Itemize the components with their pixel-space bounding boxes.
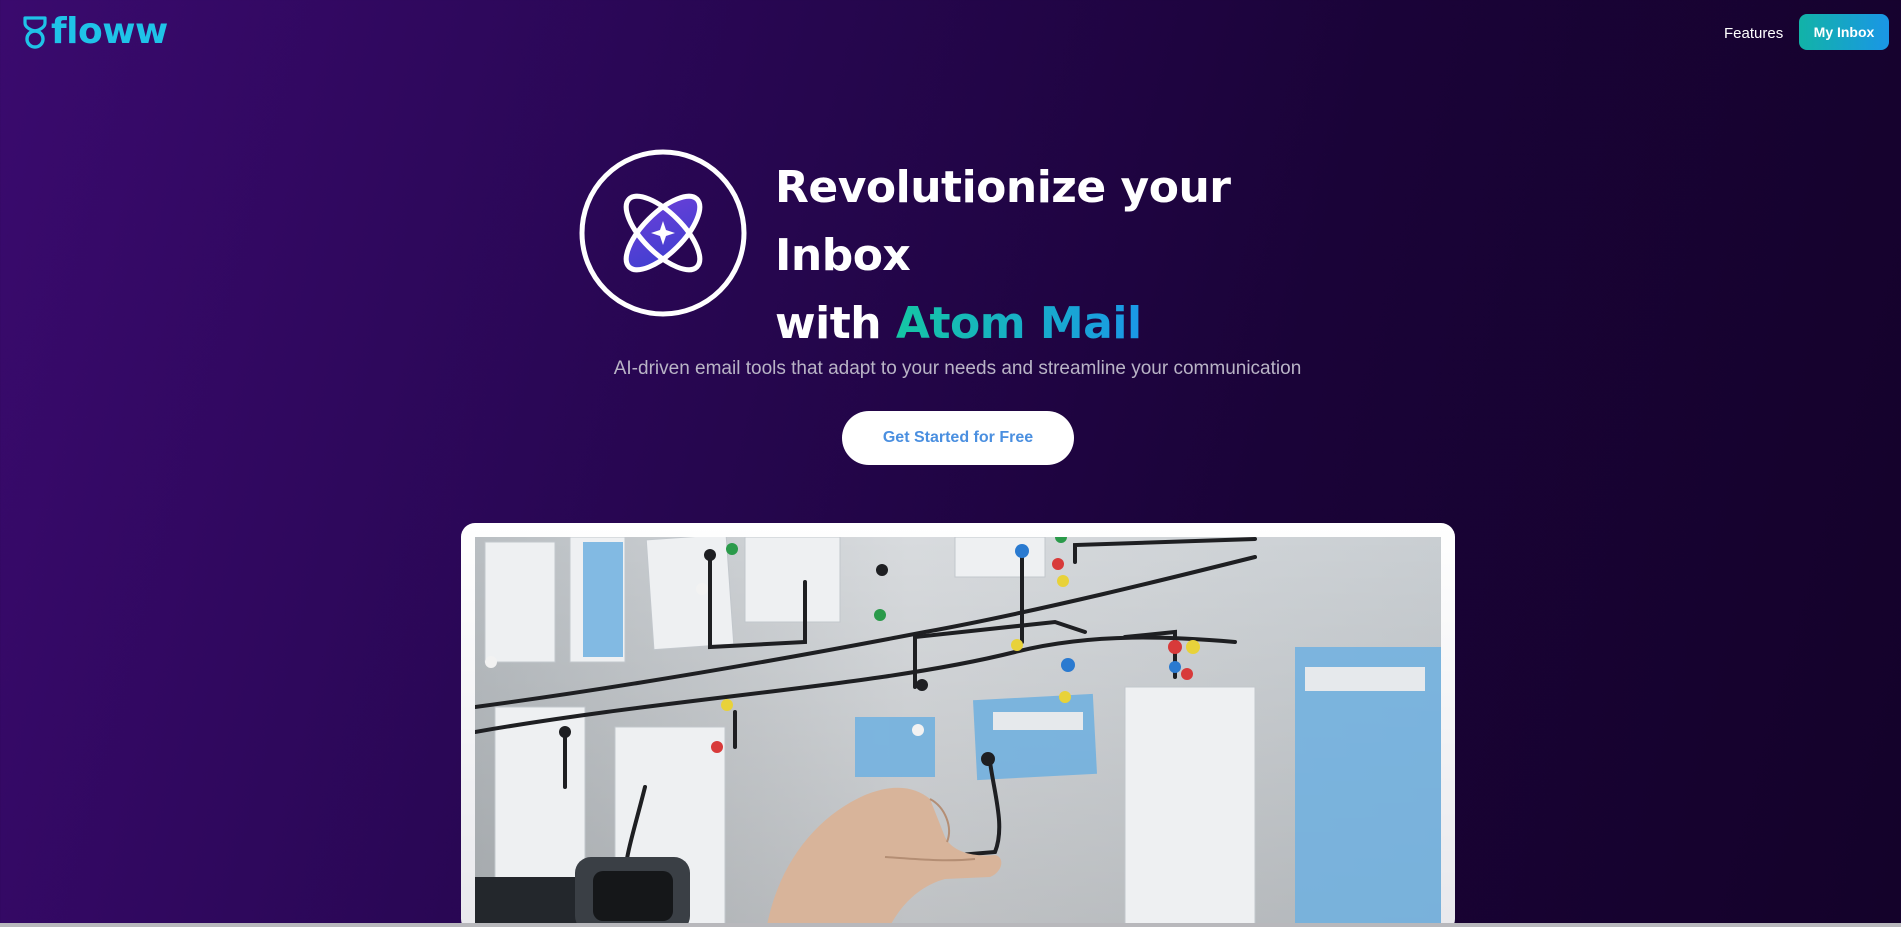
workflow-board-photo <box>475 537 1441 927</box>
floww-logo-icon <box>23 16 47 49</box>
get-started-button[interactable]: Get Started for Free <box>842 411 1074 465</box>
my-inbox-button[interactable]: My Inbox <box>1799 14 1889 50</box>
navbar: floww Features My Inbox <box>0 0 1901 70</box>
hero-title: Revolutionize your Inbox with Atom Mail <box>775 154 1335 358</box>
hero-title-prefix: with <box>775 298 896 349</box>
hero-subtitle: AI-driven email tools that adapt to your… <box>613 358 1302 379</box>
hero-title-accent: Atom Mail <box>895 298 1142 349</box>
hero-title-line1: Revolutionize your Inbox <box>775 162 1231 281</box>
brand-logo[interactable]: floww <box>23 14 168 50</box>
atom-icon <box>579 149 747 317</box>
brand-name: floww <box>51 11 168 52</box>
product-showcase <box>461 523 1455 927</box>
nav-features-link[interactable]: Features <box>1724 25 1783 42</box>
horizontal-scrollbar[interactable] <box>0 923 1901 927</box>
